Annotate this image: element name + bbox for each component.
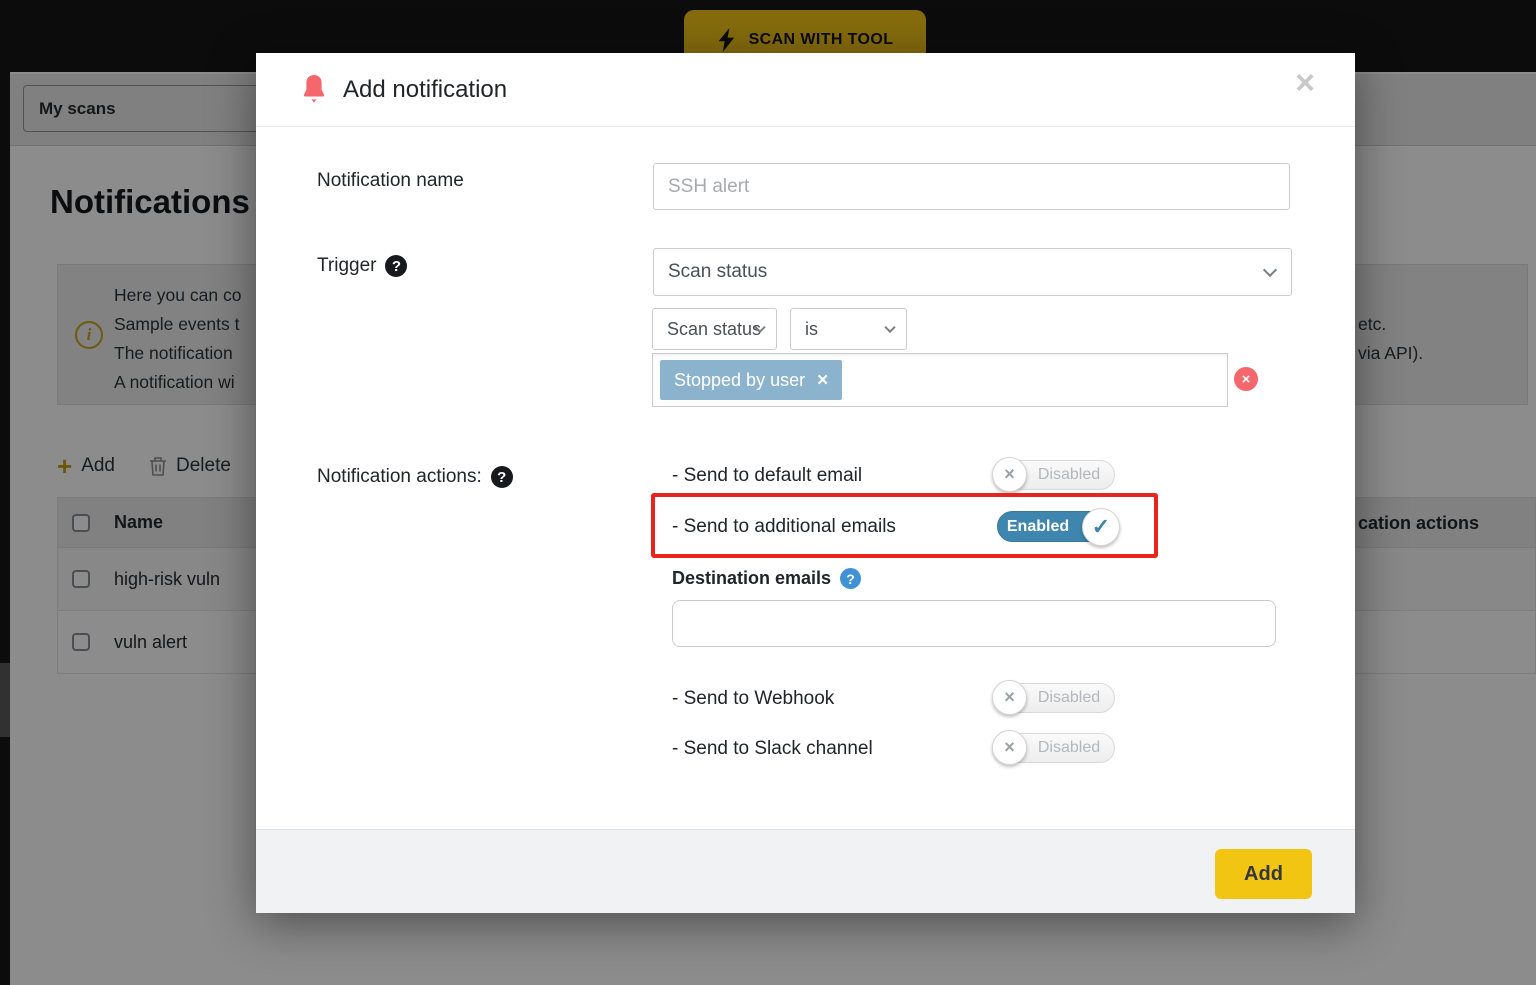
question-icon[interactable]: ? [840, 568, 861, 589]
page: SCAN WITH TOOL My scans Notifications i … [0, 0, 1536, 985]
close-icon[interactable]: × [1295, 66, 1315, 100]
notification-name-input[interactable] [653, 163, 1290, 210]
destination-emails-label: Destination emails ? [672, 568, 861, 589]
condition-chip-label: Stopped by user [674, 370, 805, 391]
notification-actions-label: Notification actions: ? [317, 466, 513, 488]
remove-condition-icon[interactable]: × [1234, 367, 1258, 391]
trigger-label: Trigger ? [317, 255, 407, 277]
send-default-email-label: - Send to default email [672, 465, 862, 487]
trigger-select[interactable]: Scan status [653, 248, 1292, 296]
condition-operator-value: is [805, 319, 818, 340]
send-webhook-label: - Send to Webhook [672, 688, 834, 710]
condition-chip: Stopped by user × [660, 360, 842, 400]
toggle-state-label: Disabled [1028, 734, 1110, 762]
send-additional-emails-label: - Send to additional emails [672, 516, 896, 538]
modal-header: Add notification × [256, 53, 1355, 127]
add-submit-button[interactable]: Add [1215, 849, 1312, 899]
modal-title: Add notification [343, 53, 507, 127]
destination-emails-input[interactable] [672, 600, 1276, 647]
toggle-state-label: Enabled [998, 512, 1078, 541]
toggle-x-icon: × [992, 680, 1027, 715]
trigger-select-value: Scan status [668, 261, 767, 283]
toggle-check-icon: ✓ [1082, 508, 1120, 546]
send-webhook-toggle[interactable]: × Disabled [993, 683, 1115, 713]
chevron-down-icon [1263, 263, 1277, 277]
notification-actions-label-text: Notification actions: [317, 466, 482, 488]
send-slack-toggle[interactable]: × Disabled [993, 733, 1115, 763]
question-icon[interactable]: ? [491, 466, 513, 488]
question-icon[interactable]: ? [385, 255, 407, 277]
toggle-state-label: Disabled [1028, 461, 1110, 489]
send-default-email-toggle[interactable]: × Disabled [993, 460, 1115, 490]
condition-values-input[interactable]: Stopped by user × [652, 353, 1228, 407]
send-additional-emails-toggle[interactable]: Enabled ✓ [997, 511, 1117, 542]
toggle-state-label: Disabled [1028, 684, 1110, 712]
chevron-down-icon [884, 322, 895, 333]
condition-field-select[interactable]: Scan status [652, 308, 777, 350]
bell-icon [302, 74, 326, 104]
notification-name-label: Notification name [317, 170, 464, 192]
modal-footer: Add [256, 829, 1355, 913]
toggle-x-icon: × [992, 457, 1027, 492]
toggle-x-icon: × [992, 730, 1027, 765]
destination-emails-label-text: Destination emails [672, 568, 831, 589]
chip-remove-icon[interactable]: × [817, 371, 828, 390]
condition-operator-select[interactable]: is [790, 308, 907, 350]
trigger-label-text: Trigger [317, 255, 376, 277]
send-slack-label: - Send to Slack channel [672, 738, 873, 760]
condition-field-value: Scan status [667, 319, 761, 340]
add-notification-modal: Add notification × Notification name Tri… [256, 53, 1355, 913]
